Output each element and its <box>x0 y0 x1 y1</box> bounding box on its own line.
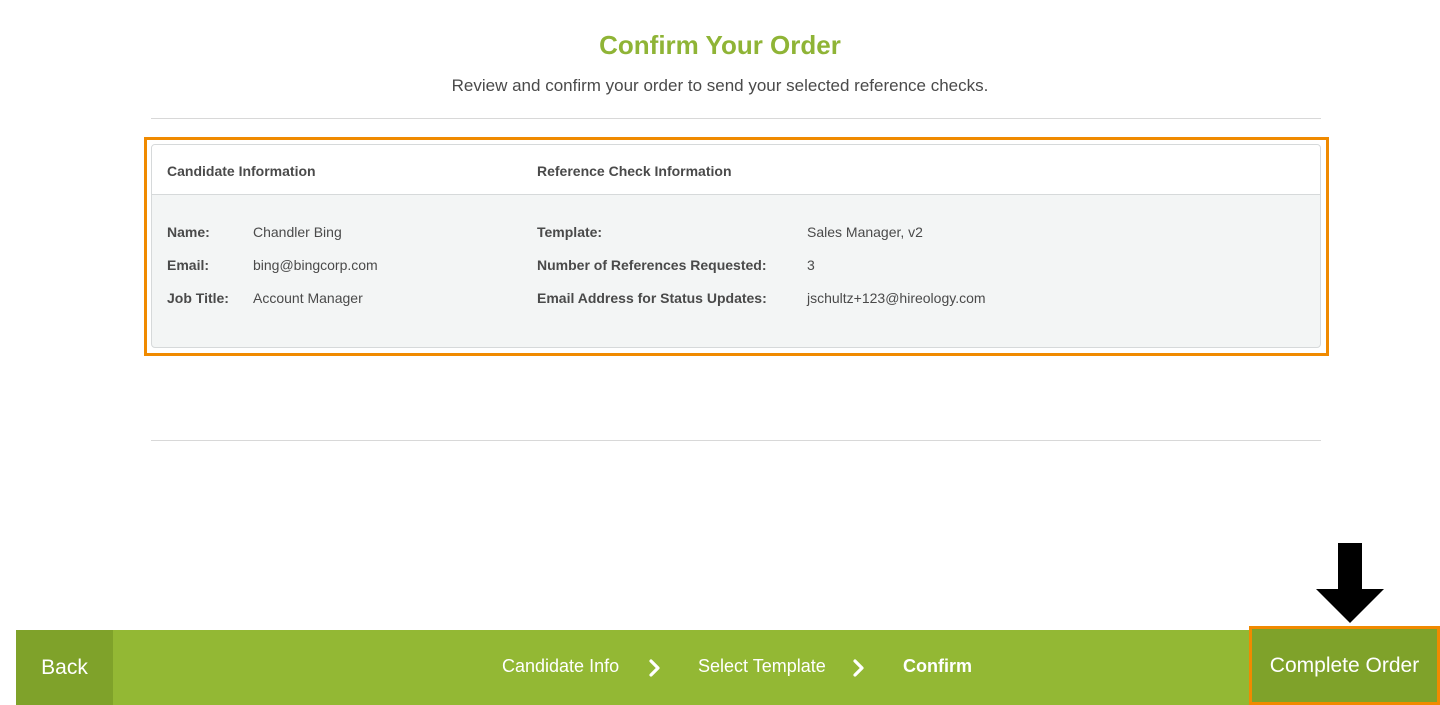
order-summary-card: Candidate Information Reference Check In… <box>151 144 1321 348</box>
complete-order-button[interactable]: Complete Order <box>1252 629 1437 702</box>
arrow-down-icon <box>1316 543 1384 623</box>
step-confirm[interactable]: Confirm <box>903 656 972 677</box>
top-divider <box>151 118 1321 119</box>
candidate-info-heading: Candidate Information <box>167 163 316 179</box>
bottom-divider <box>151 440 1321 441</box>
candidate-job-title-value: Account Manager <box>253 290 363 306</box>
references-requested-label: Number of References Requested: <box>537 257 767 273</box>
references-requested-value: 3 <box>807 257 815 273</box>
candidate-job-title-label: Job Title: <box>167 290 229 306</box>
template-label: Template: <box>537 224 603 240</box>
status-email-value: jschultz+123@hireology.com <box>807 290 986 306</box>
template-value: Sales Manager, v2 <box>807 224 923 240</box>
status-email-label: Email Address for Status Updates: <box>537 290 767 306</box>
summary-card-header: Candidate Information Reference Check In… <box>152 145 1320 195</box>
step-select-template[interactable]: Select Template <box>698 656 826 677</box>
page-subtitle: Review and confirm your order to send yo… <box>451 76 989 95</box>
chevron-right-icon <box>649 659 660 677</box>
candidate-name-label: Name: <box>167 224 210 240</box>
wizard-steps: Candidate Info Select Template Confirm <box>0 656 1440 680</box>
candidate-name-value: Chandler Bing <box>253 224 342 240</box>
chevron-right-icon <box>853 659 864 677</box>
summary-card-body: Name: Chandler Bing Email: bing@bingcorp… <box>152 195 1320 347</box>
page-title: Confirm Your Order <box>599 30 841 60</box>
step-candidate-info[interactable]: Candidate Info <box>502 656 619 677</box>
reference-info-heading: Reference Check Information <box>537 163 732 179</box>
candidate-email-label: Email: <box>167 257 210 273</box>
candidate-email-value: bing@bingcorp.com <box>253 257 378 273</box>
confirm-order-page: Confirm Your Order Review and confirm yo… <box>0 0 1440 705</box>
